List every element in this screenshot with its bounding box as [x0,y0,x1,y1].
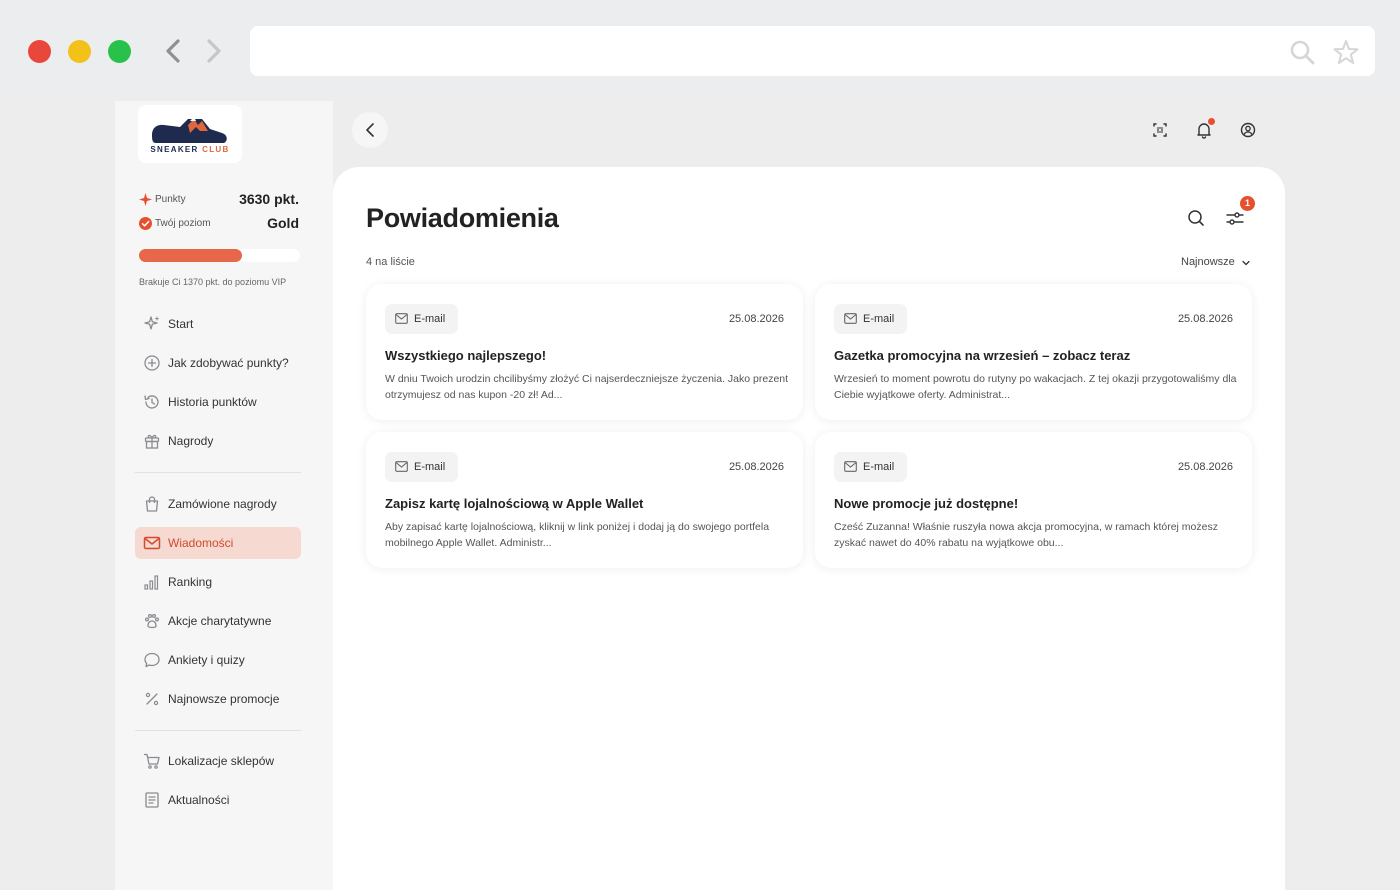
scan-icon[interactable] [1147,117,1173,143]
notification-dot [1208,118,1215,125]
chat-bubble-icon [144,652,160,668]
sidebar-item-promotions[interactable]: Najnowsze promocje [135,683,301,715]
main-panel: Powiadomienia 1 4 na liście Najnowsze E-… [333,167,1285,890]
sidebar-item-messages[interactable]: Wiadomości [135,527,301,559]
notification-preview: W dniu Twoich urodzin chcilibyśmy złożyć… [385,373,789,401]
newspaper-icon [145,792,159,808]
search-icon[interactable] [1289,39,1315,65]
level-value: Gold [267,215,299,231]
notification-date: 25.08.2026 [728,461,784,473]
back-chevron-icon [366,123,374,137]
notification-card[interactable]: E-mail 25.08.2026 Nowe promocje już dost… [815,432,1252,568]
sidebar-item-ordered-rewards[interactable]: Zamówione nagrody [135,488,301,520]
paw-icon [144,613,160,629]
sidebar-item-store-locations[interactable]: Lokalizacje sklepów [135,745,301,777]
notification-date: 25.08.2026 [1177,313,1233,325]
mail-icon [143,536,161,550]
sparkles-icon [144,316,160,330]
sidebar-divider [135,730,301,731]
sidebar-item-rewards[interactable]: Nagrody [135,425,301,457]
back-button[interactable] [352,112,388,148]
channel-tag: E-mail [385,452,458,482]
chevron-down-icon[interactable] [1241,258,1251,268]
maximize-window-button[interactable] [108,40,131,63]
sneaker-logo-icon [152,117,227,143]
plus-circle-icon [144,355,160,371]
verified-badge-icon [139,217,152,230]
search-icon[interactable] [1185,207,1207,229]
notification-card[interactable]: E-mail 25.08.2026 Wszystkiego najlepszeg… [366,284,803,420]
browser-chrome [0,0,1400,101]
filter-count-badge: 1 [1240,196,1255,211]
percent-icon [145,692,159,706]
notification-card[interactable]: E-mail 25.08.2026 Gazetka promocyjna na … [815,284,1252,420]
forward-arrow-icon[interactable] [203,38,225,64]
star-burst-icon [139,193,152,206]
brand-logo[interactable]: SNEAKER CLUB [138,105,242,163]
sidebar-item-charity[interactable]: Akcje charytatywne [135,605,301,637]
channel-tag: E-mail [834,452,907,482]
points-value: 3630 pkt. [239,191,299,207]
sidebar-item-earn-points[interactable]: Jak zdobywać punkty? [135,347,301,379]
sidebar-item-surveys[interactable]: Ankiety i quizy [135,644,301,676]
notification-preview: Cześć Zuzanna! Właśnie ruszyła nowa akcj… [834,521,1218,549]
channel-tag: E-mail [385,304,458,334]
notification-card[interactable]: E-mail 25.08.2026 Zapisz kartę lojalnośc… [366,432,803,568]
mail-icon [395,461,408,472]
brand-name: SNEAKER CLUB [150,145,230,154]
minimize-window-button[interactable] [68,40,91,63]
points-row: Punkty 3630 pkt. [139,191,299,209]
user-circle-icon[interactable] [1235,117,1261,143]
address-bar[interactable] [250,26,1375,76]
notification-preview: Aby zapisać kartę lojalnościową, kliknij… [385,521,770,549]
level-progress-bar [139,249,300,262]
back-arrow-icon[interactable] [162,38,184,64]
close-window-button[interactable] [28,40,51,63]
level-progress-fill [139,249,243,262]
notification-title: Nowe promocje już dostępne! [834,496,1019,511]
points-label: Punkty [155,194,186,205]
progress-note: Brakuje Ci 1370 pkt. do poziomu VIP [139,277,287,287]
cart-icon [143,753,160,769]
star-icon[interactable] [1333,39,1359,65]
history-icon [144,395,159,409]
bag-icon [145,496,159,512]
sort-dropdown[interactable]: Najnowsze [1181,256,1235,268]
notification-title: Wszystkiego najlepszego! [385,348,547,363]
mail-icon [844,313,857,324]
notification-title: Gazetka promocyjna na wrzesień – zobacz … [834,348,1131,363]
sidebar-item-news[interactable]: Aktualności [135,784,301,816]
notification-preview: Wrzesień to moment powrotu do rutyny po … [834,373,1237,401]
app-area: SNEAKER CLUB Punkty 3630 pkt. Twój pozio… [0,101,1400,890]
page-title: Powiadomienia [366,203,559,233]
mail-icon [395,313,408,324]
notification-date: 25.08.2026 [1177,461,1233,473]
results-count: 4 na liście [366,256,415,268]
level-label: Twój poziom [155,218,211,229]
bar-chart-icon [144,575,159,590]
level-row: Twój poziom Gold [139,215,299,233]
sidebar-divider [135,472,301,473]
gift-icon [144,434,160,449]
sidebar-item-ranking[interactable]: Ranking [135,566,301,598]
sidebar-item-points-history[interactable]: Historia punktów [135,386,301,418]
notification-title: Zapisz kartę lojalnościową w Apple Walle… [385,496,644,511]
mail-icon [844,461,857,472]
sidebar: SNEAKER CLUB Punkty 3630 pkt. Twój pozio… [115,101,333,890]
filter-icon[interactable] [1224,207,1246,229]
notification-date: 25.08.2026 [728,313,784,325]
sidebar-item-start[interactable]: Start [135,308,301,340]
channel-tag: E-mail [834,304,907,334]
